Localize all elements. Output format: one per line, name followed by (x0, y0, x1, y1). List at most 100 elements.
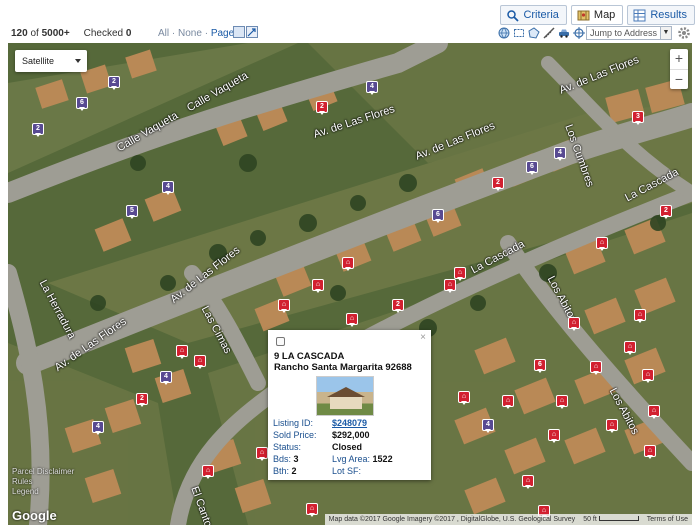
map-pin[interactable]: ⌂ (568, 317, 580, 331)
select-tool-button[interactable] (233, 26, 245, 38)
map-pin[interactable]: ⌂ (306, 503, 318, 517)
rules-link[interactable]: Rules (12, 477, 74, 487)
count-total: 5000+ (41, 28, 70, 39)
listing-id-link[interactable]: $248079 (332, 418, 367, 428)
map-pin[interactable]: ⌂ (606, 419, 618, 433)
map-pin[interactable]: ⌂ (644, 445, 656, 459)
count-shown: 120 (11, 28, 28, 39)
house-wall (330, 397, 362, 409)
map-pin[interactable]: 5 (126, 205, 138, 219)
status-value: Closed (332, 442, 363, 452)
map-pin[interactable]: ⌂ (556, 395, 568, 409)
map-pin[interactable]: ⌂ (634, 309, 646, 323)
map-pin[interactable]: 4 (482, 419, 494, 433)
measure-icon[interactable] (543, 27, 555, 39)
map-attribution: Map data ©2017 Google Imagery ©2017 , Di… (324, 514, 692, 525)
terms-of-use-link[interactable]: Terms of Use (647, 514, 688, 525)
listing-checkbox[interactable] (276, 337, 285, 346)
map-side-links: Parcel Disclaimer Rules Legend (12, 467, 74, 497)
jump-to-address-placeholder: Jump to Address (590, 28, 658, 38)
map-pin[interactable]: 3 (632, 111, 644, 125)
car-icon[interactable] (558, 27, 570, 39)
map-pin[interactable]: 4 (554, 147, 566, 161)
chevron-down-icon[interactable]: ▼ (660, 27, 671, 39)
map-pin[interactable]: 6 (526, 161, 538, 175)
map-pin[interactable]: 2 (492, 177, 504, 191)
lot-sf-row: Lot SF: (332, 466, 361, 476)
tab-results[interactable]: Results (627, 5, 695, 25)
map-pin[interactable]: ⌂ (596, 237, 608, 251)
map-pin[interactable]: 4 (92, 421, 104, 435)
polygon-select-icon[interactable] (528, 27, 540, 39)
map-pin[interactable]: ⌂ (312, 279, 324, 293)
map-pin[interactable]: ⌂ (502, 395, 514, 409)
bds-label: Bds: (273, 454, 292, 464)
attribution-text: Map data ©2017 Google Imagery ©2017 , Di… (328, 516, 576, 523)
select-all-link[interactable]: All (158, 28, 169, 39)
map-pin[interactable]: ⌂ (590, 361, 602, 375)
tab-criteria[interactable]: Criteria (500, 5, 567, 25)
map-pin[interactable]: ⌂ (342, 257, 354, 271)
map-pin[interactable]: ⌂ (176, 345, 188, 359)
close-icon[interactable]: × (420, 332, 426, 343)
search-icon (507, 9, 520, 22)
tab-map[interactable]: Map (570, 5, 624, 25)
lvg-area-value: 1522 (372, 454, 393, 464)
map-pin[interactable]: 2 (32, 123, 44, 137)
tab-criteria-label: Criteria (523, 9, 559, 21)
map-pin-selected[interactable]: ⌂ (278, 299, 290, 313)
map-pin[interactable]: ⌂ (202, 465, 214, 479)
map-pin[interactable]: 2 (108, 76, 120, 90)
checked-label: Checked (83, 28, 124, 39)
google-logo: Google (12, 508, 57, 523)
map-pin[interactable]: 2 (392, 299, 404, 313)
listing-id-label: Listing ID: (273, 418, 314, 428)
bth-value: 2 (291, 466, 297, 476)
map-pin[interactable]: 2 (316, 101, 328, 115)
map-pin[interactable]: ⌂ (444, 279, 456, 293)
select-none-link[interactable]: None (178, 28, 202, 39)
zoom-in-button[interactable]: + (670, 49, 688, 69)
zoom-out-button[interactable]: − (670, 69, 688, 89)
map-pin[interactable]: ⌂ (642, 369, 654, 383)
select-page-link[interactable]: Page (211, 28, 234, 39)
chevron-down-icon (75, 59, 81, 63)
zoom-control: + − (670, 49, 688, 89)
house-roof (327, 387, 365, 397)
tab-results-label: Results (650, 9, 687, 21)
map-pin[interactable]: ⌂ (648, 405, 660, 419)
globe-icon[interactable] (498, 27, 510, 39)
count-of: of (30, 28, 39, 39)
status-label: Status: (273, 442, 302, 452)
jump-to-address-input[interactable]: Jump to Address ▼ (586, 26, 672, 40)
map-pin[interactable]: 4 (160, 371, 172, 385)
map-pin[interactable]: 4 (162, 181, 174, 195)
map-pin[interactable]: ⌂ (548, 429, 560, 443)
map-pin[interactable]: ⌂ (194, 355, 206, 369)
map-type-select[interactable]: Satellite (15, 50, 87, 72)
map-pin[interactable]: 2 (660, 205, 672, 219)
bth-row: Bth: 2 (273, 466, 297, 476)
map-pin[interactable]: ⌂ (522, 475, 534, 489)
legend-link[interactable]: Legend (12, 487, 74, 497)
lvg-area-row: Lvg Area: 1522 (332, 454, 393, 464)
crosshair-icon[interactable] (573, 27, 585, 39)
map-pin[interactable]: ⌂ (624, 341, 636, 355)
draw-select-icon[interactable] (246, 26, 258, 38)
map-pin[interactable]: ⌂ (458, 391, 470, 405)
rectangle-select-icon[interactable] (513, 27, 525, 39)
map-pin[interactable]: 6 (76, 97, 88, 111)
map-pin[interactable]: 2 (136, 393, 148, 407)
bds-value: 3 (293, 454, 299, 464)
map-pin[interactable]: 4 (366, 81, 378, 95)
parcel-disclaimer-link[interactable]: Parcel Disclaimer (12, 467, 74, 477)
listing-photo[interactable] (316, 376, 374, 416)
gear-icon[interactable] (677, 26, 691, 40)
map-pin[interactable]: ⌂ (346, 313, 358, 327)
map-pin[interactable]: ⌂ (256, 447, 268, 461)
result-count: 120 of 5000+ Checked 0 (11, 28, 131, 39)
map-pin[interactable]: 6 (432, 209, 444, 223)
map-pin[interactable]: 6 (534, 359, 546, 373)
listing-address-line1: 9 LA CASCADA (274, 351, 345, 362)
status-value-wrap: Closed (332, 442, 362, 452)
